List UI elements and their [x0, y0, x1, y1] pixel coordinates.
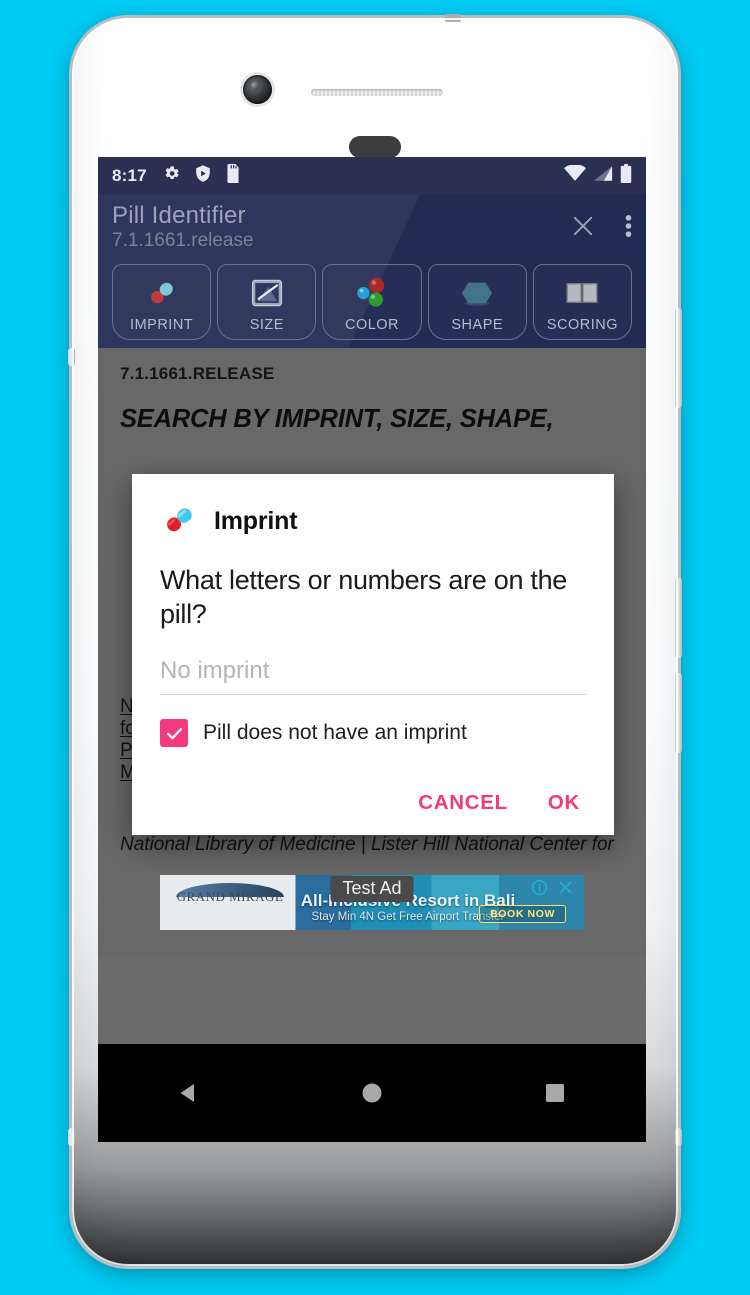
status-bar: 8:17 [98, 157, 646, 194]
ok-button[interactable]: OK [548, 791, 580, 815]
release-label: 7.1.1661.RELEASE [120, 364, 275, 384]
no-imprint-checkbox-row[interactable]: Pill does not have an imprint [160, 719, 586, 748]
dialog-title: Imprint [214, 507, 298, 535]
overflow-menu-icon[interactable] [625, 212, 632, 245]
status-bar-left-icons [162, 163, 241, 188]
dialog-message: What letters or numbers are on the pill? [160, 565, 567, 630]
ad-brand-label: GRAND MIRAGE [176, 889, 284, 905]
settings-gear-icon [162, 164, 181, 188]
tab-label: SIZE [249, 317, 284, 334]
phone-screen: 8:17 Pill Identifier 7.1.1661.release IM… [98, 157, 646, 1142]
right-antenna-band-bottom [675, 1128, 682, 1146]
close-icon[interactable] [569, 212, 597, 245]
credits-plain-text: National Library of Medicine | Lister Hi… [120, 834, 614, 856]
no-imprint-checkbox[interactable] [160, 719, 188, 748]
android-navigation-bar [98, 1044, 646, 1142]
power-button[interactable] [675, 308, 682, 408]
status-bar-clock: 8:17 [112, 165, 147, 185]
status-bar-right-icons [564, 163, 632, 188]
pill-icon [143, 273, 181, 313]
imprint-dialog: Imprint What letters or numbers are on t… [132, 474, 614, 836]
back-button[interactable] [144, 1063, 234, 1123]
proximity-sensor-icon [349, 136, 401, 158]
app-bar: Pill Identifier 7.1.1661.release IMPRINT… [98, 194, 646, 349]
ad-banner[interactable]: GRAND MIRAGE All-Inclusive Resort in Bal… [160, 875, 584, 931]
tab-label: IMPRINT [130, 317, 194, 334]
scored-tablet-icon [563, 273, 601, 313]
volume-down-button[interactable] [675, 673, 682, 753]
pill-icon [160, 500, 200, 543]
wifi-icon [564, 163, 586, 187]
left-antenna-band-bottom [68, 1128, 75, 1146]
imprint-input[interactable] [160, 655, 586, 696]
battery-icon [620, 163, 632, 188]
tab-shape[interactable]: SHAPE [427, 264, 527, 341]
dialog-action-buttons: CANCEL OK [160, 791, 586, 821]
play-protect-icon [194, 164, 212, 188]
hexagon-icon [458, 273, 496, 313]
left-antenna-band-top [68, 348, 75, 366]
ad-test-label: Test Ad [330, 876, 414, 903]
tab-label: SCORING [546, 317, 618, 334]
color-spheres-icon [353, 273, 391, 313]
ad-cta-button[interactable]: BOOK NOW [479, 905, 566, 924]
earpiece-speaker-icon [311, 89, 443, 96]
sd-card-icon [225, 163, 241, 188]
page-heading: SEARCH BY IMPRINT, SIZE, SHAPE, [120, 405, 554, 434]
front-camera-icon [243, 75, 272, 104]
volume-up-button[interactable] [675, 578, 682, 658]
tab-size[interactable]: SIZE [217, 264, 317, 341]
ruler-image-icon [249, 273, 285, 313]
app-version-label: 7.1.1661.release [112, 229, 254, 251]
ad-close-icon[interactable] [557, 879, 574, 901]
phone-device-frame: 8:17 Pill Identifier 7.1.1661.release IM… [68, 14, 682, 1266]
tab-color[interactable]: COLOR [322, 264, 422, 341]
home-button[interactable] [327, 1063, 417, 1123]
no-imprint-checkbox-label: Pill does not have an imprint [203, 721, 467, 745]
cancel-button[interactable]: CANCEL [418, 791, 508, 815]
page-title: Pill Identifier [112, 202, 246, 229]
tab-label: COLOR [344, 317, 400, 334]
cellular-signal-icon [593, 165, 613, 187]
antenna-band [445, 14, 461, 22]
ad-info-icon[interactable] [531, 879, 548, 901]
search-criteria-tabs: IMPRINT SIZE COLOR SHAPE SCORING [112, 252, 633, 348]
tab-scoring[interactable]: SCORING [532, 264, 633, 341]
tab-imprint[interactable]: IMPRINT [112, 264, 212, 341]
recents-button[interactable] [510, 1063, 600, 1123]
tab-label: SHAPE [451, 317, 504, 334]
